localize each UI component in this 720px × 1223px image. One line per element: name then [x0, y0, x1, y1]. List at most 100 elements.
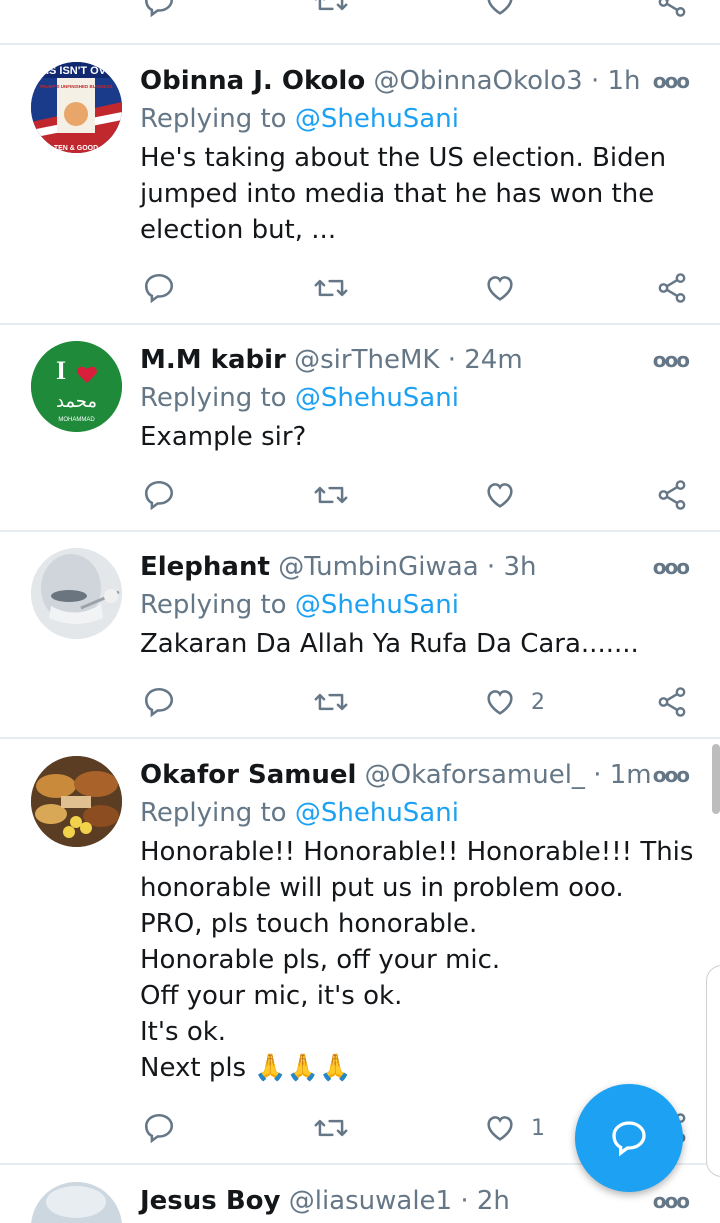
person-avatar-image	[31, 1182, 122, 1223]
retweet-button[interactable]	[313, 268, 349, 308]
tweet-content: Elephant @TumbinGiwaa · 3h ooo Replying …	[140, 548, 700, 662]
reply-icon	[144, 480, 174, 511]
replying-to-label: Replying to	[140, 590, 287, 620]
like-button[interactable]	[483, 475, 531, 515]
reply-button[interactable]	[142, 475, 176, 515]
user-handle[interactable]: @sirTheMK	[294, 345, 439, 375]
tweet-text-line: It's ok.	[140, 1017, 227, 1047]
retweet-button[interactable]	[313, 682, 349, 722]
mention-link[interactable]: @ShehuSani	[295, 104, 459, 134]
tweet-header: Elephant @TumbinGiwaa · 3h ooo	[140, 548, 700, 586]
like-count: 2	[531, 689, 545, 715]
more-icon[interactable]: ooo	[653, 341, 690, 379]
retweet-button[interactable]	[313, 0, 349, 22]
display-name[interactable]: M.M kabir	[140, 345, 286, 375]
avatar[interactable]	[31, 1182, 122, 1223]
tweet[interactable]: IS ISN'T OV TRUMP'S UNFINISHED BUSINESS …	[0, 62, 720, 324]
masked-person-avatar-image	[31, 548, 122, 639]
reply-icon	[144, 273, 174, 304]
compose-reply-button[interactable]	[575, 1084, 683, 1192]
more-icon[interactable]: ooo	[653, 62, 690, 100]
user-handle[interactable]: @TumbinGiwaa	[278, 552, 478, 582]
tweet-text-line: Honorable!! Honorable!! Honorable!!! Thi…	[140, 837, 694, 867]
like-button[interactable]	[483, 268, 531, 308]
replying-to: Replying to @ShehuSani	[140, 379, 700, 417]
avatar-letter: I	[56, 356, 66, 385]
mention-link[interactable]: @ShehuSani	[295, 590, 459, 620]
separator-dot: ·	[590, 66, 600, 96]
avatar-footer-text: TEN & GOOD	[54, 145, 98, 152]
user-handle[interactable]: @liasuwale1	[289, 1186, 452, 1216]
replying-to-label: Replying to	[140, 383, 287, 413]
replying-to-label: Replying to	[140, 104, 287, 134]
separator-dot: ·	[486, 552, 496, 582]
reply-button[interactable]	[142, 682, 176, 722]
display-name[interactable]: Obinna J. Okolo	[140, 66, 365, 96]
tweet-actions	[140, 268, 700, 308]
avatar-banner-text: IS ISN'T OV	[46, 65, 107, 77]
compose-reply-icon	[612, 1121, 646, 1157]
avatar-caption: MOHAMMAD	[58, 417, 95, 423]
avatar[interactable]	[31, 548, 122, 639]
share-icon	[658, 0, 686, 17]
timestamp[interactable]: 1h	[608, 66, 641, 96]
share-icon	[658, 687, 686, 717]
reply-button[interactable]	[142, 0, 176, 22]
replying-to: Replying to @ShehuSani	[140, 100, 700, 138]
scrollbar-thumb[interactable]	[712, 744, 720, 814]
tweet-text-line: He's taking about the US election. Biden	[140, 143, 667, 173]
retweet-icon	[314, 0, 348, 11]
mention-link[interactable]: @ShehuSani	[295, 383, 459, 413]
edge-panel-handle[interactable]	[706, 965, 720, 1177]
timestamp[interactable]: 2h	[477, 1186, 510, 1216]
like-button[interactable]: 2	[483, 682, 545, 722]
retweet-icon	[314, 1119, 348, 1137]
retweet-button[interactable]	[313, 475, 349, 515]
tweet-actions: 2	[140, 682, 700, 722]
share-button[interactable]	[655, 0, 689, 22]
green-avatar-image: I محمد MOHAMMAD	[31, 341, 122, 432]
user-handle[interactable]: @ObinnaOkolo3	[373, 66, 582, 96]
timestamp[interactable]: 24m	[464, 345, 522, 375]
tweet-content: M.M kabir @sirTheMK · 24m ooo Replying t…	[140, 341, 700, 455]
share-button[interactable]	[655, 682, 689, 722]
replying-to: Replying to @ShehuSani	[140, 586, 700, 624]
more-icon[interactable]: ooo	[653, 756, 690, 794]
tweet-actions	[140, 475, 700, 515]
tweet-text-line: Off your mic, it's ok.	[140, 981, 403, 1011]
retweet-button[interactable]	[313, 1108, 349, 1148]
tweet-text-line: Next pls 🙏🙏🙏	[140, 1053, 352, 1083]
book-cover-avatar-image: IS ISN'T OV TRUMP'S UNFINISHED BUSINESS …	[31, 62, 122, 153]
tweet-content: Obinna J. Okolo @ObinnaOkolo3 · 1h ooo R…	[140, 62, 700, 248]
avatar[interactable]	[31, 756, 122, 847]
divider	[0, 43, 720, 45]
tweet-text-line: PRO, pls touch honorable.	[140, 909, 478, 939]
reply-button[interactable]	[142, 268, 176, 308]
avatar[interactable]: I محمد MOHAMMAD	[31, 341, 122, 432]
user-handle[interactable]: @Okaforsamuel_	[365, 760, 585, 790]
separator-dot: ·	[447, 345, 456, 375]
avatar-arabic-text: محمد	[56, 391, 97, 412]
display-name[interactable]: Okafor Samuel	[140, 760, 356, 790]
more-icon[interactable]: ooo	[653, 548, 690, 586]
avatar[interactable]: IS ISN'T OV TRUMP'S UNFINISHED BUSINESS …	[31, 62, 122, 153]
reply-button[interactable]	[142, 1108, 176, 1148]
like-button[interactable]: 1	[483, 1108, 545, 1148]
display-name[interactable]: Jesus Boy	[140, 1186, 280, 1216]
mention-link[interactable]: @ShehuSani	[295, 798, 459, 828]
share-button[interactable]	[655, 475, 689, 515]
timestamp[interactable]: 3h	[503, 552, 536, 582]
like-button[interactable]	[483, 0, 517, 22]
more-icon[interactable]: ooo	[653, 1182, 690, 1220]
retweet-icon	[314, 279, 348, 297]
heart-icon	[487, 276, 513, 301]
tweet-text-line: Honorable pls, off your mic.	[140, 945, 501, 975]
share-icon	[658, 480, 686, 510]
timestamp[interactable]: 1m	[610, 760, 652, 790]
tweet[interactable]: Elephant @TumbinGiwaa · 3h ooo Replying …	[0, 548, 720, 738]
tweet[interactable]: I محمد MOHAMMAD M.M kabir @sirTheMK · 24…	[0, 341, 720, 531]
share-button[interactable]	[655, 268, 689, 308]
tweet-text-line: Example sir?	[140, 422, 307, 452]
tweet-text: Example sir?	[140, 419, 700, 455]
display-name[interactable]: Elephant	[140, 552, 270, 582]
